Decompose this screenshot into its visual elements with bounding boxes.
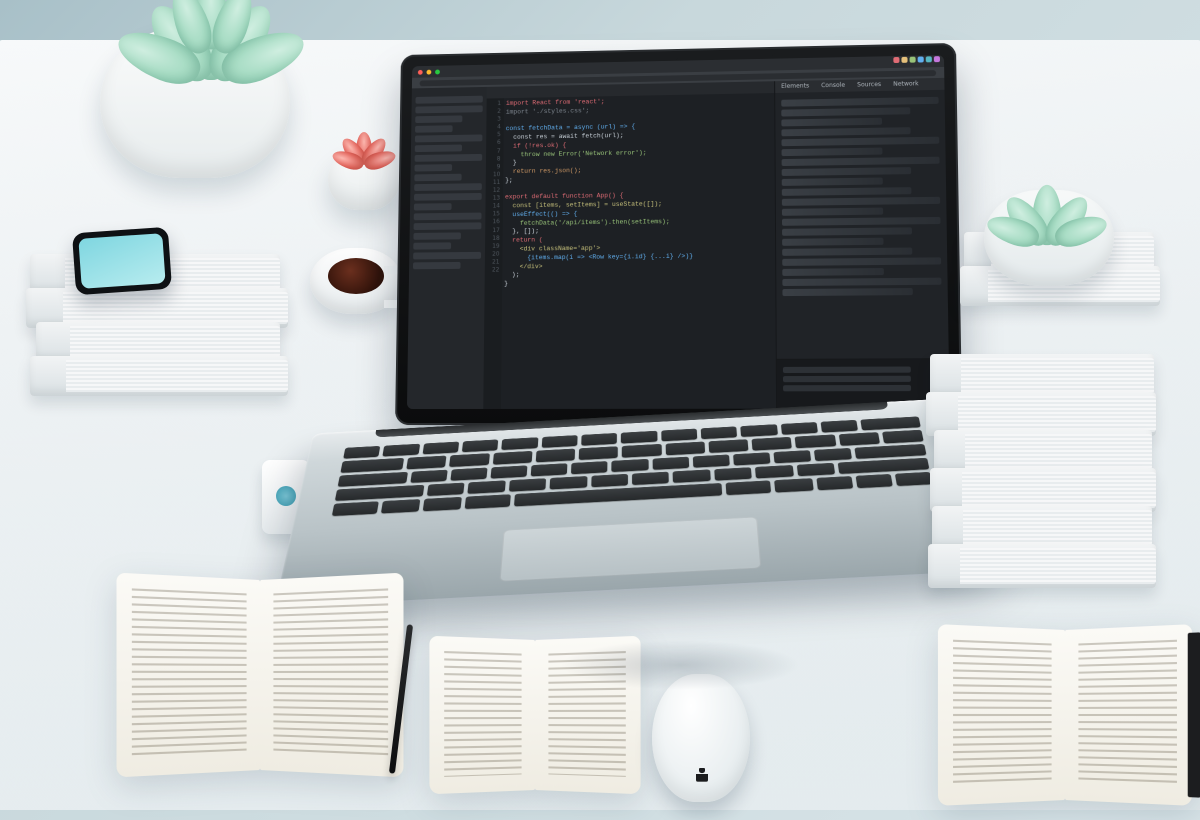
book-stack-right [930, 360, 1160, 588]
laptop-screen-bezel: 12345678910111213141516171819202122 impo… [395, 43, 962, 425]
plant-pot-right [984, 190, 1114, 286]
devtools-panel: ElementsConsoleSourcesNetwork [774, 78, 949, 409]
notebook-right [940, 630, 1190, 800]
book-stack-left [30, 260, 300, 396]
window-min-icon [426, 69, 431, 74]
code-editor-window: 12345678910111213141516171819202122 impo… [407, 55, 950, 409]
trackpad [499, 517, 761, 582]
smartphone [72, 227, 172, 296]
file-tree [407, 87, 487, 409]
laptop: 12345678910111213141516171819202122 impo… [310, 46, 930, 666]
plant-pot-large [100, 28, 290, 178]
mouse [652, 674, 750, 802]
window-close-icon [418, 69, 423, 74]
workspace-render: 12345678910111213141516171819202122 impo… [0, 0, 1200, 820]
code-content: import React from 'react'; import './sty… [503, 95, 772, 405]
window-max-icon [435, 69, 440, 74]
open-book-left [120, 580, 400, 770]
line-gutter: 12345678910111213141516171819202122 [483, 98, 504, 409]
code-editor: 12345678910111213141516171819202122 impo… [483, 81, 776, 409]
extension-icons [893, 56, 940, 63]
